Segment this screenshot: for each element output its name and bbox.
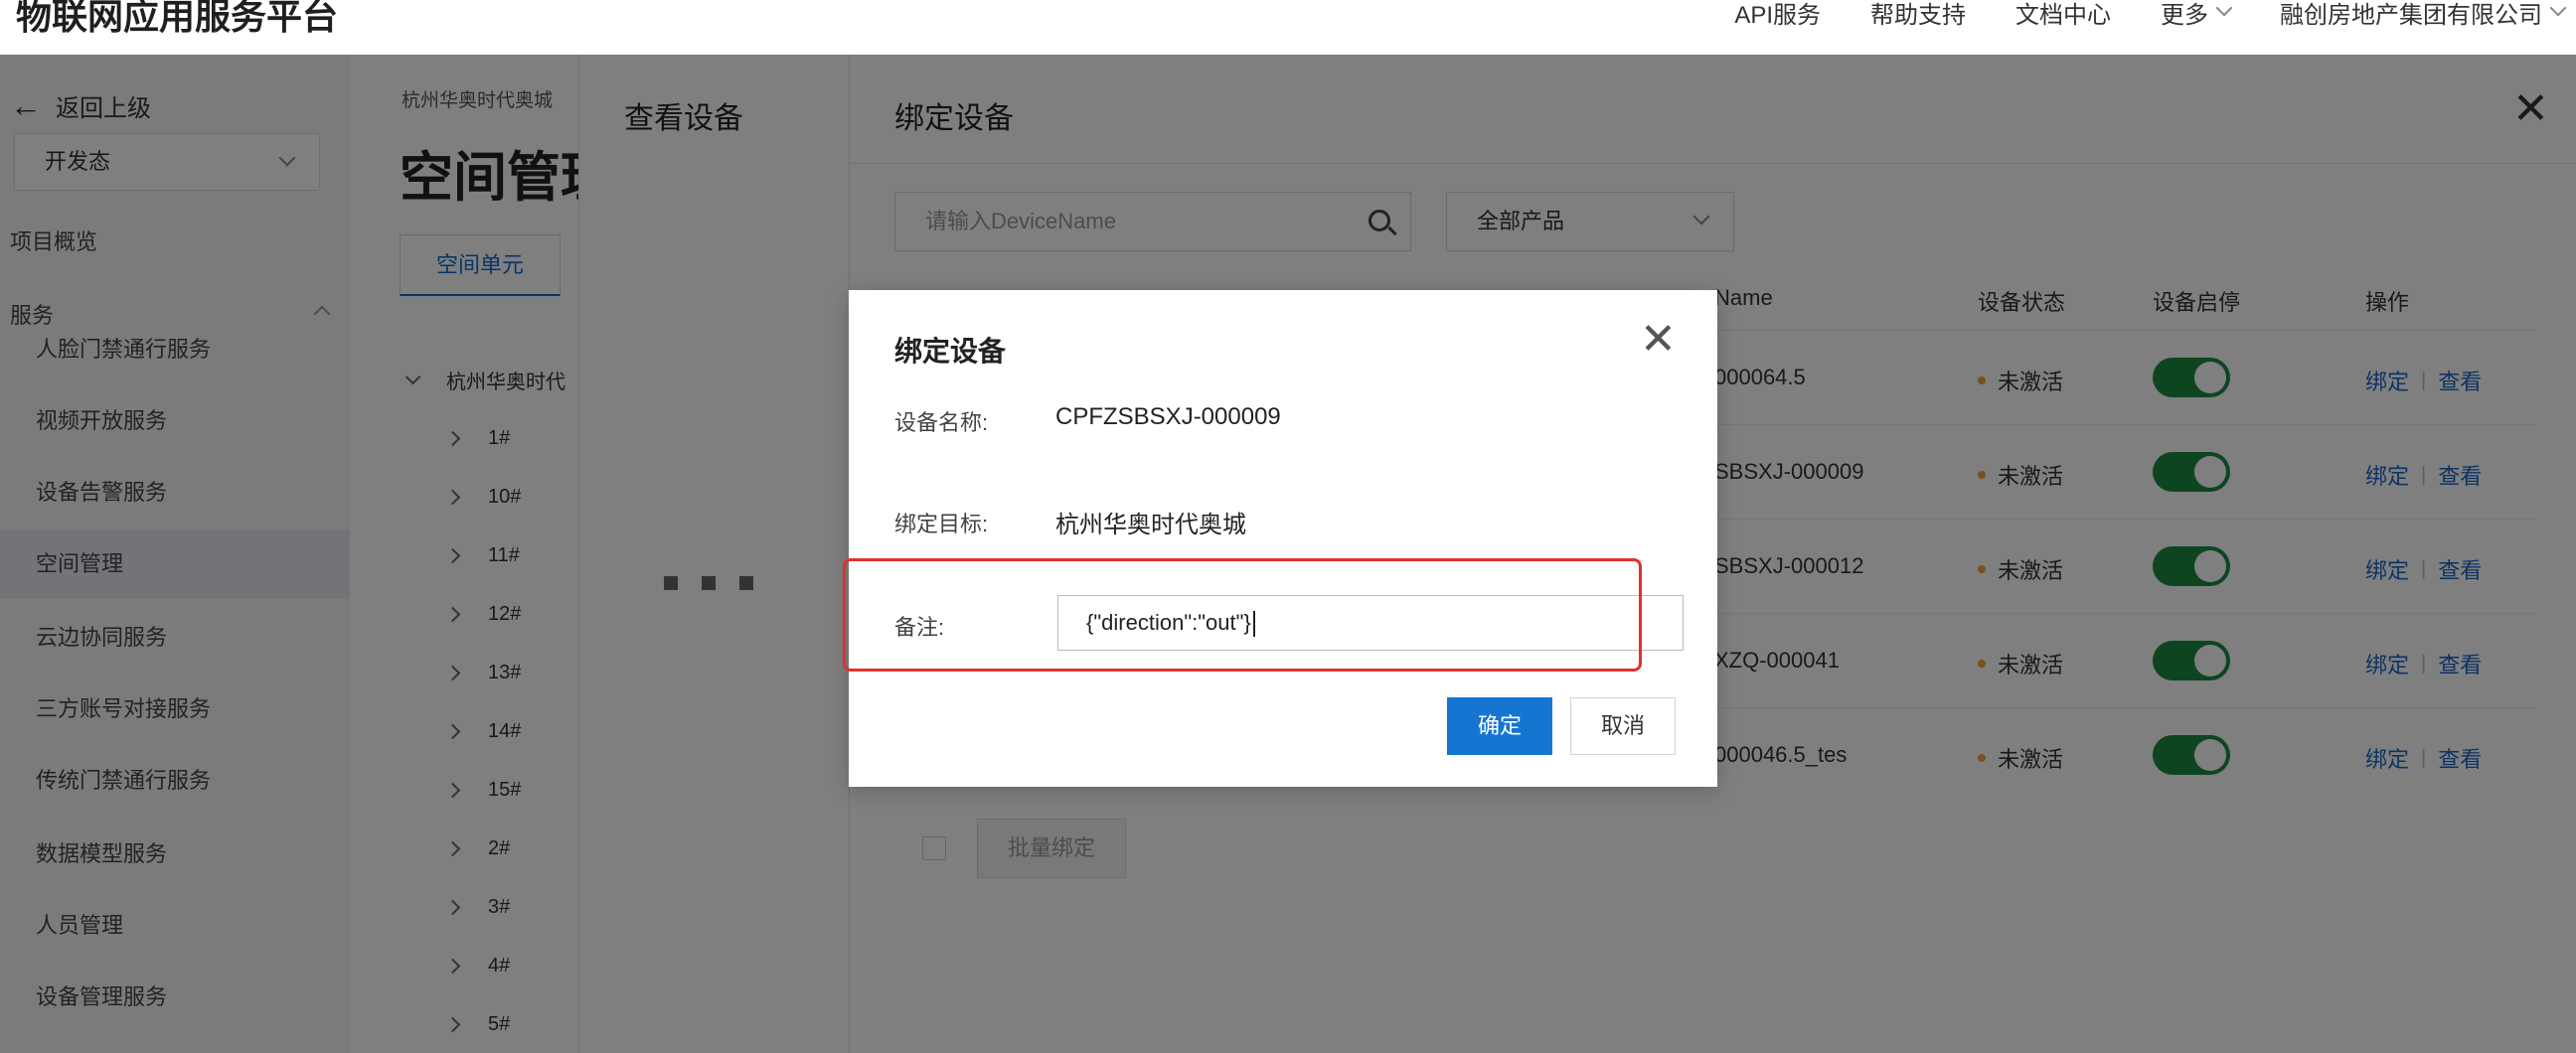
nav-more[interactable]: 更多 [2161, 0, 2233, 30]
bind-target-label: 绑定目标: [894, 512, 989, 536]
nav-docs-center[interactable]: 文档中心 [2015, 0, 2111, 30]
device-name-value: CPFZSBSXJ-000009 [1055, 403, 1281, 430]
cancel-button[interactable]: 取消 [1570, 697, 1676, 755]
highlight-annotation [843, 558, 1642, 672]
account-name: 融创房地产集团有限公司 [2280, 1, 2542, 29]
chevron-down-icon [2215, 0, 2233, 17]
modal-title: 绑定设备 [894, 336, 1007, 367]
account-menu[interactable]: 融创房地产集团有限公司 [2280, 0, 2567, 30]
nav-api-services[interactable]: API服务 [1734, 0, 1821, 30]
confirm-button[interactable]: 确定 [1447, 697, 1552, 755]
bind-target-value: 杭州华奥时代奥城 [1055, 512, 1246, 538]
nav-more-label: 更多 [2161, 1, 2208, 29]
top-bar: 物联网应用服务平台 API服务 帮助支持 文档中心 更多 融创房地产集团有限公司 [0, 0, 2576, 55]
device-name-label: 设备名称: [894, 410, 989, 435]
nav-help-support[interactable]: 帮助支持 [1870, 0, 1966, 30]
top-nav: API服务 帮助支持 文档中心 更多 融创房地产集团有限公司 [1685, 0, 2567, 29]
brand-title: 物联网应用服务平台 [16, 0, 339, 37]
chevron-down-icon [2549, 0, 2567, 17]
modal-close-icon[interactable]: ✕ [1640, 318, 1677, 362]
bind-device-modal: 绑定设备 ✕ 设备名称: CPFZSBSXJ-000009 绑定目标: 杭州华奥… [849, 290, 1717, 787]
